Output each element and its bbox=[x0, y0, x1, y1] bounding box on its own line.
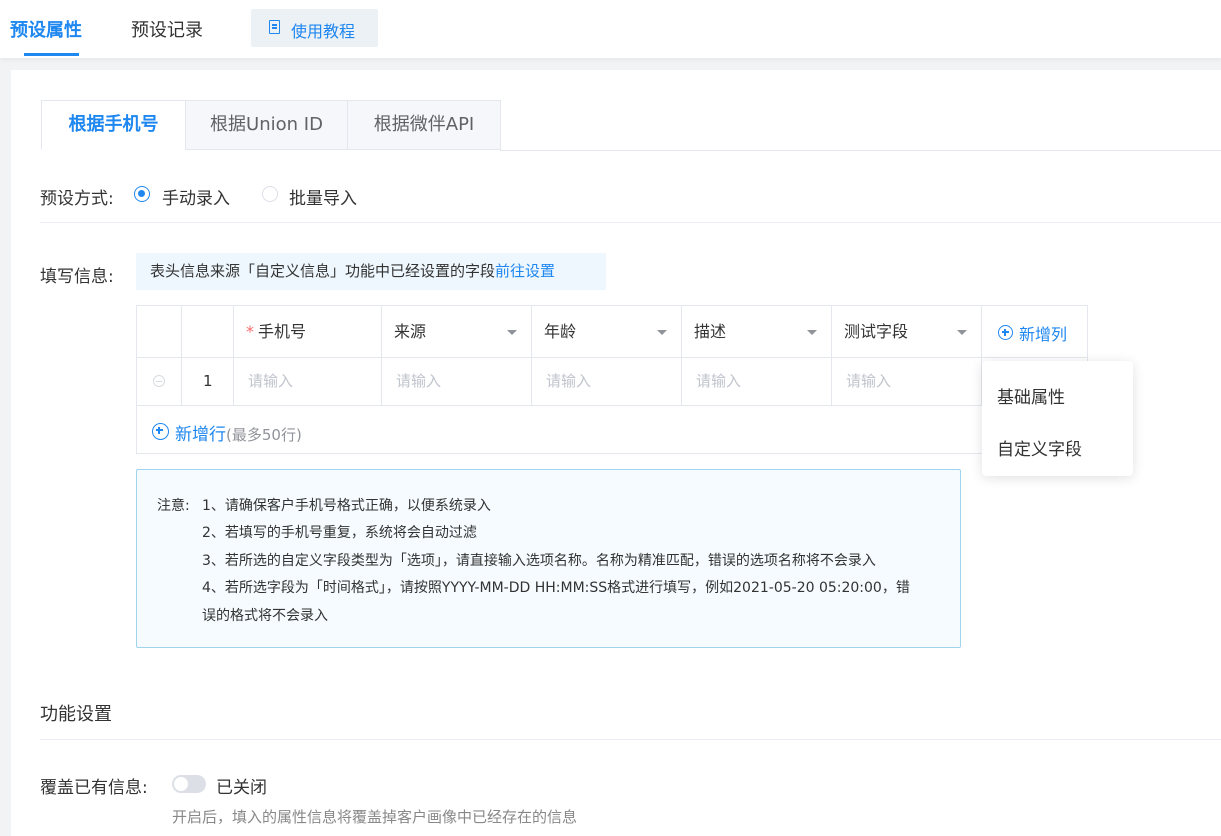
column-label: 描述 bbox=[694, 322, 727, 341]
caret-down-icon[interactable] bbox=[807, 330, 817, 335]
fill-info-hint: 表头信息来源「自定义信息」功能中已经设置的字段前往设置 bbox=[136, 253, 606, 290]
notes-title: 注意: bbox=[157, 498, 190, 514]
age-input[interactable]: 请输入 bbox=[532, 358, 682, 406]
column-header-test-field[interactable]: 测试字段 bbox=[832, 306, 982, 358]
column-label: 测试字段 bbox=[844, 322, 909, 341]
header-action-cell bbox=[137, 306, 182, 358]
entry-table: * 手机号 来源 年龄 描述 测试字段 新增列 1 请输入 请输入 请输入 请输入… bbox=[136, 305, 1088, 454]
column-header-source[interactable]: 来源 bbox=[382, 306, 532, 358]
column-label: 手机号 bbox=[258, 322, 307, 341]
plus-circle-icon bbox=[998, 325, 1013, 340]
preset-method-label: 预设方式: bbox=[40, 189, 114, 209]
radio-batch-import-label[interactable]: 批量导入 bbox=[289, 184, 357, 209]
tutorial-label: 使用教程 bbox=[291, 22, 356, 41]
column-header-phone: * 手机号 bbox=[234, 306, 382, 358]
add-row-button[interactable]: 新增行(最多50行) bbox=[152, 420, 302, 445]
row-action-cell bbox=[137, 358, 182, 406]
required-asterisk: * bbox=[246, 322, 254, 341]
phone-input[interactable]: 请输入 bbox=[234, 358, 382, 406]
subtab-by-phone[interactable]: 根据手机号 bbox=[41, 100, 186, 150]
column-header-description[interactable]: 描述 bbox=[682, 306, 832, 358]
active-tab-indicator bbox=[24, 53, 79, 56]
note-line: 误的格式将不会录入 bbox=[202, 608, 328, 624]
description-input[interactable]: 请输入 bbox=[682, 358, 832, 406]
overwrite-toggle[interactable] bbox=[172, 775, 206, 793]
column-header-age[interactable]: 年龄 bbox=[532, 306, 682, 358]
note-line: 1、请确保客户手机号格式正确，以便系统录入 bbox=[202, 498, 491, 514]
overwrite-label: 覆盖已有信息: bbox=[40, 778, 148, 798]
add-row-limit: (最多50行) bbox=[226, 426, 302, 444]
caret-down-icon[interactable] bbox=[507, 330, 517, 335]
column-label: 来源 bbox=[394, 322, 427, 341]
subtab-by-union-id[interactable]: 根据Union ID bbox=[185, 100, 348, 150]
note-line: 2、若填写的手机号重复，系统将会自动过滤 bbox=[202, 525, 477, 541]
add-column-label: 新增列 bbox=[1019, 325, 1068, 344]
radio-manual-entry-label[interactable]: 手动录入 bbox=[162, 184, 230, 209]
add-column-menu: 基础属性 自定义字段 bbox=[982, 361, 1133, 476]
menu-item-custom-field[interactable]: 自定义字段 bbox=[997, 435, 1082, 460]
header-index-cell bbox=[182, 306, 234, 358]
radio-manual-entry[interactable] bbox=[134, 186, 150, 202]
column-label: 年龄 bbox=[544, 322, 577, 341]
subtab-by-api[interactable]: 根据微伴API bbox=[347, 100, 501, 150]
caret-down-icon[interactable] bbox=[957, 330, 967, 335]
radio-batch-import[interactable] bbox=[262, 186, 278, 202]
menu-item-basic-attributes[interactable]: 基础属性 bbox=[997, 383, 1065, 408]
document-icon bbox=[269, 20, 280, 34]
row-index: 1 bbox=[182, 358, 234, 406]
add-column-button[interactable]: 新增列 bbox=[982, 306, 1087, 358]
tab-preset-records[interactable]: 预设记录 bbox=[131, 16, 203, 42]
plus-circle-icon bbox=[152, 423, 169, 440]
overwrite-description: 开启后，填入的属性信息将覆盖掉客户画像中已经存在的信息 bbox=[172, 808, 578, 826]
function-settings-title: 功能设置 bbox=[40, 704, 112, 725]
source-input[interactable]: 请输入 bbox=[382, 358, 532, 406]
hint-text: 表头信息来源「自定义信息」功能中已经设置的字段 bbox=[150, 262, 496, 280]
caret-down-icon[interactable] bbox=[657, 330, 667, 335]
test-field-input[interactable]: 请输入 bbox=[832, 358, 982, 406]
go-to-settings-link[interactable]: 前往设置 bbox=[495, 262, 555, 280]
top-bar: 预设属性 预设记录 使用教程 bbox=[0, 0, 1221, 58]
subtab-divider bbox=[500, 150, 1221, 151]
note-line: 3、若所选的自定义字段类型为「选项」，请直接输入选项名称。名称为精准匹配，错误的… bbox=[202, 553, 876, 569]
toggle-status: 已关闭 bbox=[216, 778, 267, 798]
tab-preset-attributes[interactable]: 预设属性 bbox=[10, 16, 82, 42]
fill-info-label: 填写信息: bbox=[40, 267, 114, 287]
add-row-label: 新增行 bbox=[175, 425, 226, 445]
remove-row-icon[interactable] bbox=[153, 375, 165, 387]
note-line: 4、若所选字段为「时间格式」，请按照YYYY-MM-DD HH:MM:SS格式进… bbox=[202, 580, 910, 596]
tutorial-button[interactable]: 使用教程 bbox=[251, 9, 378, 47]
notes-box: 注意: 1、请确保客户手机号格式正确，以便系统录入 2、若填写的手机号重复，系统… bbox=[136, 469, 961, 648]
section-divider bbox=[40, 222, 1221, 223]
section-divider bbox=[40, 739, 1221, 740]
